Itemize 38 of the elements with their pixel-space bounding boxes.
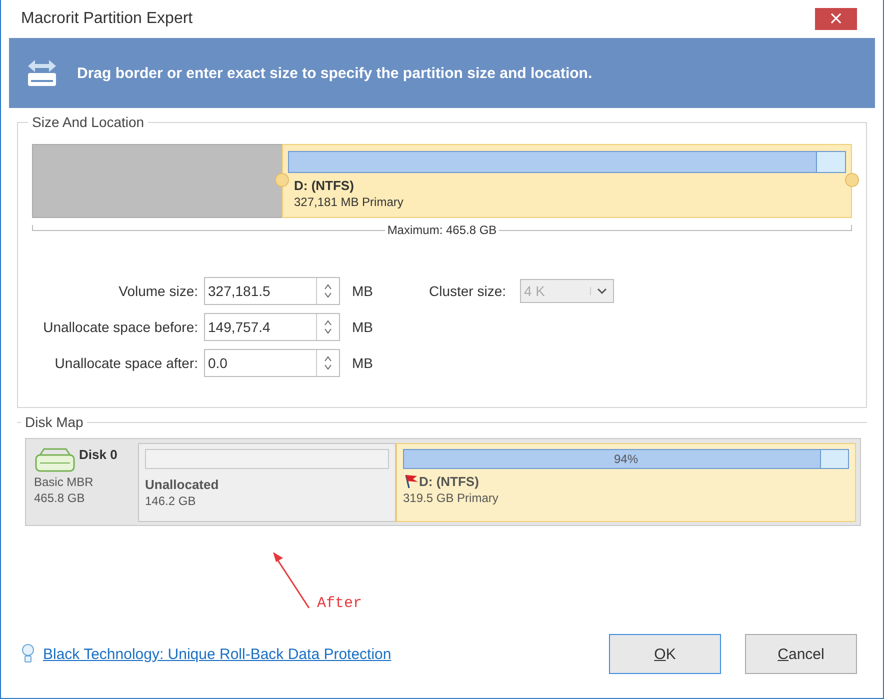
dialog-button[interactable]: Cancel (745, 634, 857, 674)
disk-type: Basic MBR (34, 475, 94, 489)
dialog-button[interactable]: OK (609, 634, 721, 674)
field-label: Unallocate space after: (54, 355, 198, 371)
number-field[interactable]: 149,757.4 (204, 313, 340, 341)
partition-detail: 327,181 MB Primary (293, 195, 404, 209)
unit-label: MB (351, 283, 374, 299)
partition-name: D: (NTFS) (293, 178, 355, 193)
partition-name: D: (NTFS) (419, 474, 479, 488)
partition-detail: 319.5 GB Primary (403, 491, 500, 505)
close-button[interactable]: × (815, 8, 857, 30)
maximum-label: Maximum: 465.8 GB (387, 223, 497, 237)
field-label: Unallocate space before: (42, 319, 198, 335)
resize-handle[interactable] (845, 173, 859, 187)
field-label: Volume size: (118, 283, 198, 299)
unit-label: MB (351, 355, 374, 371)
disk-name: Disk 0 (79, 447, 118, 462)
number-field[interactable]: 327,181.5 (204, 277, 340, 305)
group-title: Size And Location (31, 114, 146, 130)
window-title: Macrorit Partition Expert (21, 10, 194, 28)
partition-detail: 146.2 GB (145, 494, 197, 508)
partition-block[interactable]: 94% D: (NTFS) 319.5 GB Primary (396, 443, 856, 522)
annotation-label: After (317, 595, 362, 612)
instruction-text: Drag border or enter exact size to specify the partition size and location. (77, 64, 592, 82)
usage-percent: 94% (614, 452, 638, 466)
partition-name: Unallocated (145, 477, 219, 492)
hard-drive-icon (34, 447, 76, 473)
unit-label: MB (351, 319, 374, 335)
partition-block[interactable]: D: (NTFS) 327,181 MB Primary (282, 144, 852, 218)
number-field[interactable]: 0.0 (204, 349, 340, 377)
flag-icon (403, 473, 419, 489)
disk-size: 465.8 GB (34, 491, 86, 505)
disk-resize-icon (25, 58, 59, 88)
group-title: Disk Map (24, 414, 84, 430)
field-label: Cluster size: (428, 283, 506, 299)
partition-block[interactable]: Unallocated 146.2 GB (138, 443, 396, 522)
lightbulb-icon (21, 643, 35, 665)
help-link[interactable]: Black Technology: Unique Roll-Back Data Protection (43, 646, 392, 662)
